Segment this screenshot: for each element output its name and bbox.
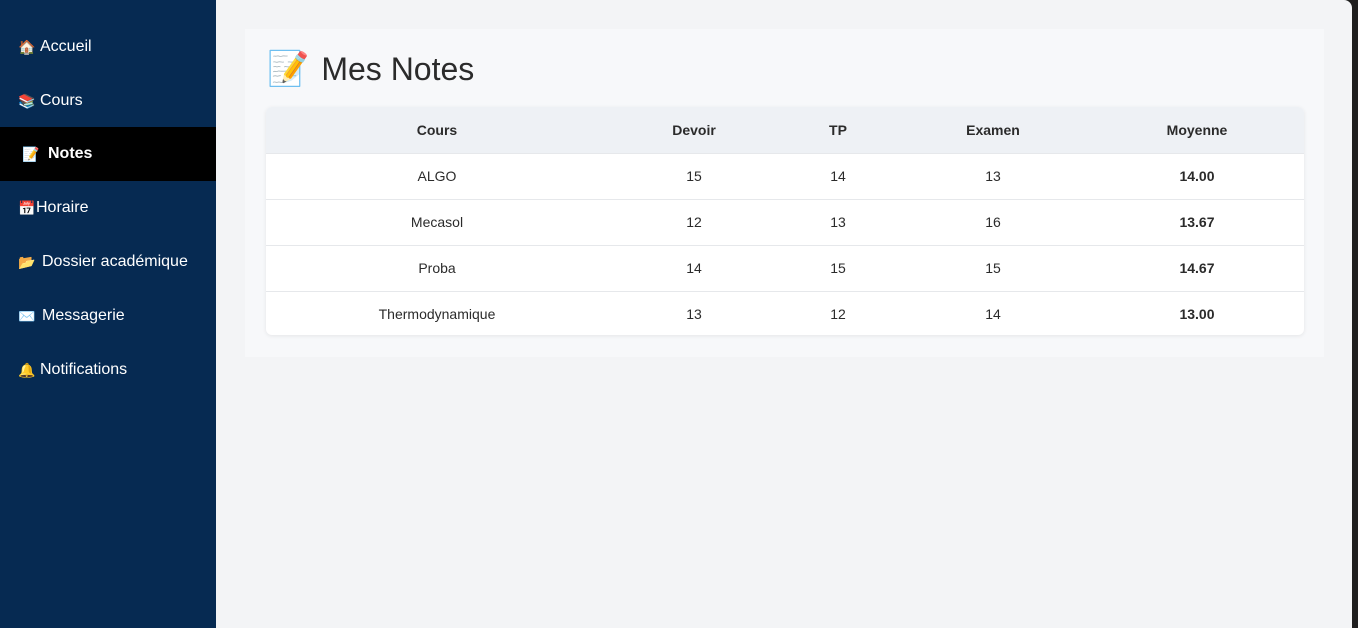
cell-cours: ALGO bbox=[417, 168, 457, 184]
memo-icon: 📝 bbox=[22, 145, 40, 162]
column-header-cours: Cours bbox=[416, 121, 458, 138]
envelope-icon: ✉️ bbox=[18, 307, 36, 324]
books-icon: 📚 bbox=[18, 92, 36, 109]
notes-card: 📝 Mes Notes Cours Devoir TP Examen Moyen… bbox=[245, 29, 1324, 357]
table-row: Mecasol 12 13 16 13.67 bbox=[266, 199, 1304, 245]
cell-moyenne: 14.67 bbox=[1179, 260, 1215, 276]
cell-cours: Thermodynamique bbox=[378, 306, 496, 323]
table-row: Thermodynamique 13 12 14 13.00 bbox=[266, 291, 1304, 335]
sidebar-item-label: Horaire bbox=[36, 199, 89, 216]
page-title-text: Mes Notes bbox=[321, 50, 475, 87]
sidebar-item-horaire[interactable]: 📅 Horaire bbox=[0, 181, 216, 235]
table-row: Proba 14 15 15 14.67 bbox=[266, 245, 1304, 291]
cell-examen: 13 bbox=[985, 168, 1001, 184]
sidebar-item-cours[interactable]: 📚 Cours bbox=[0, 74, 216, 128]
folder-icon: 📂 bbox=[18, 253, 36, 270]
sidebar-item-label: Notifications bbox=[40, 361, 128, 378]
main-content: 📝 Mes Notes Cours Devoir TP Examen Moyen… bbox=[216, 0, 1352, 628]
cell-moyenne: 13.67 bbox=[1179, 214, 1215, 230]
cell-tp: 13 bbox=[830, 214, 846, 230]
column-header-devoir: Devoir bbox=[672, 121, 716, 138]
cell-devoir: 15 bbox=[686, 168, 702, 184]
cell-cours: Mecasol bbox=[410, 214, 464, 230]
cell-moyenne: 14.00 bbox=[1179, 168, 1215, 184]
sidebar-item-accueil[interactable]: 🏠 Accueil bbox=[0, 20, 216, 74]
column-header-examen: Examen bbox=[966, 121, 1020, 138]
sidebar-item-label: Dossier académique bbox=[42, 253, 188, 270]
sidebar-item-label: Cours bbox=[40, 92, 83, 109]
column-header-moyenne: Moyenne bbox=[1166, 121, 1228, 138]
cell-devoir: 13 bbox=[686, 306, 702, 323]
cell-moyenne: 13.00 bbox=[1179, 306, 1215, 323]
sidebar-item-notifications[interactable]: 🔔 Notifications bbox=[0, 343, 216, 397]
cell-examen: 15 bbox=[985, 260, 1001, 276]
sidebar-item-messagerie[interactable]: ✉️ Messagerie bbox=[0, 289, 216, 343]
table-header-row: Cours Devoir TP Examen Moyenne bbox=[266, 107, 1304, 153]
cell-tp: 12 bbox=[830, 306, 846, 323]
cell-tp: 14 bbox=[830, 168, 846, 184]
sidebar-item-dossier-academique[interactable]: 📂 Dossier académique bbox=[0, 235, 216, 289]
column-header-tp: TP bbox=[829, 121, 847, 138]
calendar-icon: 📅 bbox=[18, 199, 36, 216]
table-row: ALGO 15 14 13 14.00 bbox=[266, 153, 1304, 199]
sidebar-item-label: Messagerie bbox=[42, 307, 125, 324]
cell-devoir: 14 bbox=[686, 260, 702, 276]
cell-examen: 14 bbox=[985, 306, 1001, 323]
page-title: 📝 Mes Notes bbox=[267, 47, 474, 91]
cell-examen: 16 bbox=[985, 214, 1001, 230]
notes-table-container: Cours Devoir TP Examen Moyenne ALGO 15 1… bbox=[266, 107, 1304, 335]
sidebar: 🏠 Accueil 📚 Cours 📝 Notes 📅 Horaire 📂 Do… bbox=[0, 0, 216, 628]
window-edge bbox=[1352, 0, 1358, 628]
sidebar-item-label: Accueil bbox=[40, 38, 92, 55]
memo-icon: 📝 bbox=[267, 50, 310, 88]
sidebar-item-notes[interactable]: 📝 Notes bbox=[0, 127, 216, 181]
cell-tp: 15 bbox=[830, 260, 846, 276]
home-icon: 🏠 bbox=[18, 38, 36, 55]
bell-icon: 🔔 bbox=[18, 361, 36, 378]
sidebar-item-label: Notes bbox=[48, 145, 93, 162]
cell-devoir: 12 bbox=[686, 214, 702, 230]
notes-table: Cours Devoir TP Examen Moyenne ALGO 15 1… bbox=[266, 107, 1304, 335]
cell-cours: Proba bbox=[418, 260, 456, 276]
